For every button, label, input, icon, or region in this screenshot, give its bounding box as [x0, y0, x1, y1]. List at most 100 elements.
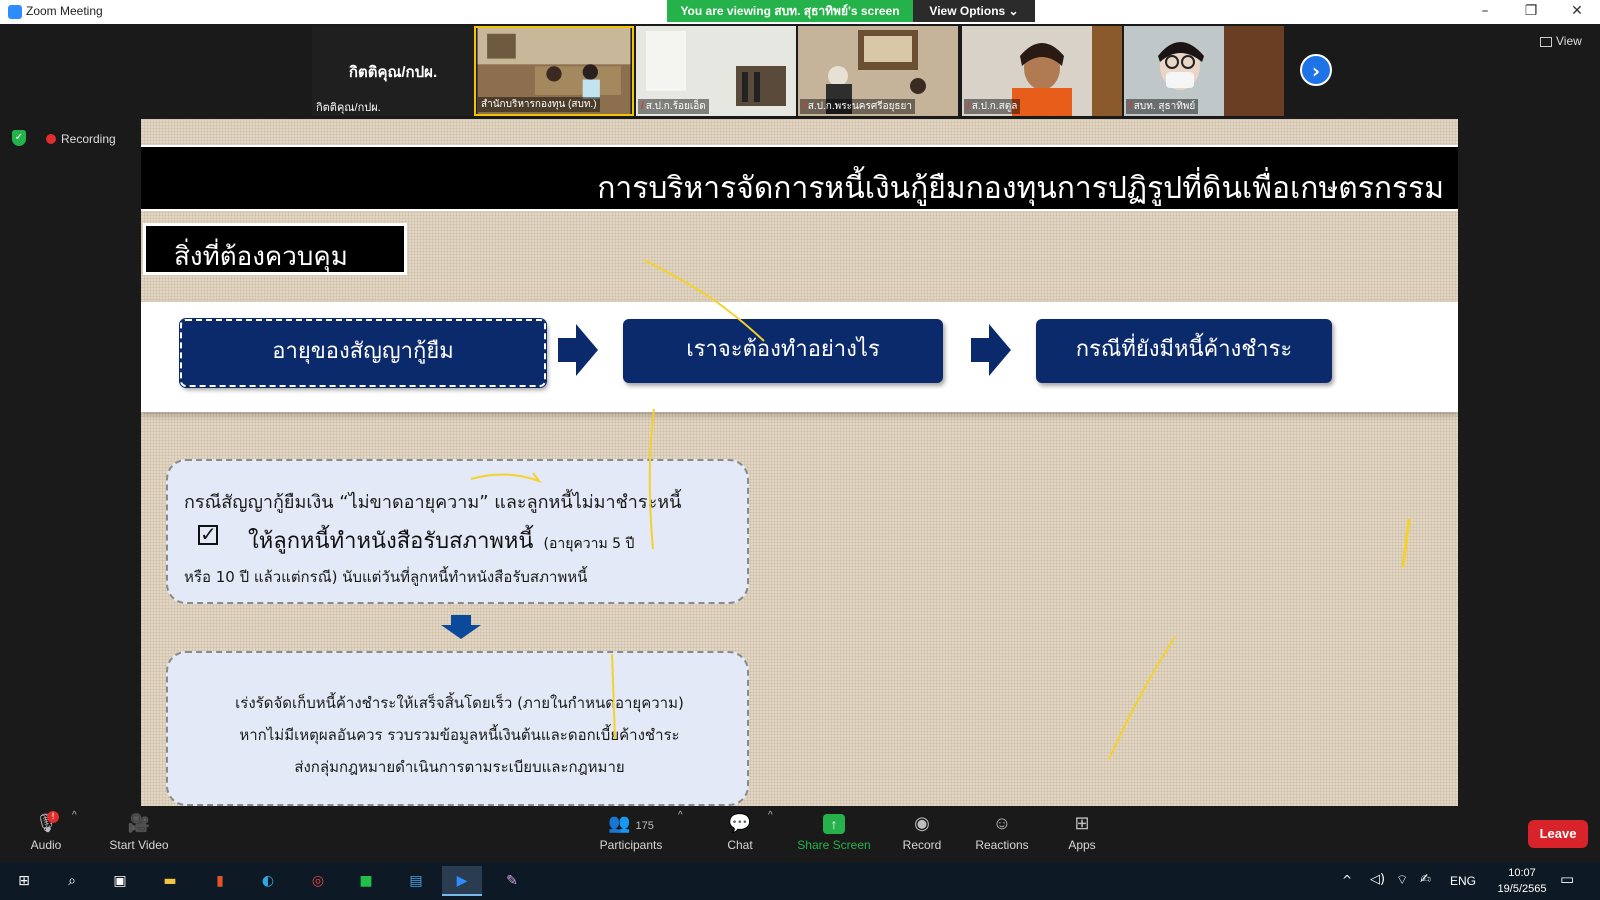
muted-mic-icon: / — [641, 101, 644, 112]
shared-screen-slide: การบริหารจัดการหนี้เงินกู้ยืมกองทุนการปฏ… — [141, 119, 1458, 807]
chat-options-caret[interactable]: ^ — [766, 806, 780, 862]
meeting-toolbar: 🎙 Audio ! ^ 🎥 Start Video 👥 175 Particip… — [0, 806, 1600, 862]
muted-mic-icon: / — [803, 101, 806, 112]
participants-button[interactable]: 👥 175 Participants — [594, 806, 668, 862]
photos-app-icon[interactable]: ▤ — [396, 866, 436, 896]
share-screen-button[interactable]: ↑ Share Screen — [796, 806, 872, 862]
note-line: เร่งรัดจัดเก็บหนี้ค้างชำระให้เสร็จสิ้นโด… — [235, 694, 684, 712]
section-label: สิ่งที่ต้องควบคุม — [143, 223, 407, 275]
participant-name: / ส.ป.ก.ร้อยเอ็ด — [638, 99, 709, 114]
view-button[interactable]: View — [1540, 34, 1582, 48]
participant-tile[interactable]: / สบท. สุธาทิพย์ — [1124, 26, 1284, 116]
reactions-button[interactable]: ☺ Reactions — [968, 806, 1036, 862]
zoom-app-icon — [8, 5, 22, 19]
microphone-icon: 🎙 — [34, 813, 58, 833]
edge-browser-icon[interactable]: ◐ — [248, 866, 288, 896]
video-camera-off-icon: 🎥 — [127, 813, 151, 833]
start-video-button[interactable]: 🎥 Start Video — [104, 806, 174, 862]
down-arrow-icon — [441, 615, 481, 639]
audio-label: Audio — [30, 838, 62, 852]
participant-tile[interactable]: / ส.ป.ก.สตูล — [962, 26, 1122, 116]
participant-name: / ส.ป.ก.พระนครศรีอยุธยา — [800, 99, 916, 114]
note-box-condition: กรณีสัญญากู้ยืมเงิน “ไม่ขาดอายุความ” และ… — [166, 459, 749, 604]
section-label-text: สิ่งที่ต้องควบคุม — [174, 242, 348, 272]
audio-button[interactable]: 🎙 Audio — [18, 806, 74, 862]
flow-step-3: กรณีที่ยังมีหนี้ค้างชำระ — [1036, 319, 1332, 383]
notification-icon[interactable]: ▭ — [1560, 870, 1574, 888]
leave-button[interactable]: Leave — [1528, 820, 1588, 848]
chevron-up-icon: ^ — [678, 810, 683, 821]
host-video-tile[interactable]: กิตติคุณ/กปผ. กิตติคุณ/กปผ. — [312, 26, 474, 116]
tray-chevron-up-icon[interactable]: ^ — [1342, 873, 1352, 887]
windows-start-icon[interactable]: ⊞ — [4, 866, 44, 896]
chat-bubble-icon: 💬 — [728, 813, 752, 833]
host-name-label: กิตติคุณ/กปผ. — [316, 102, 381, 114]
view-options-button[interactable]: View Options ⌄ — [913, 0, 1035, 22]
participant-name: / สบท. สุธาทิพย์ — [1126, 99, 1199, 114]
audio-alert-badge: ! — [47, 811, 59, 823]
recording-indicator[interactable]: Recording — [46, 132, 116, 146]
muted-mic-icon: / — [967, 101, 970, 112]
apps-label: Apps — [1068, 838, 1096, 852]
participant-tile[interactable]: / ส.ป.ก.ร้อยเอ็ด — [636, 26, 796, 116]
clock-date: 19/5/2565 — [1497, 883, 1547, 895]
note-line: ส่งกลุ่มกฎหมายดำเนินการตามระเบียบและกฎหม… — [294, 758, 625, 776]
participants-count: 175 — [635, 820, 654, 832]
muted-mic-icon: / — [1129, 101, 1132, 112]
record-icon: ◉ — [914, 813, 930, 833]
apps-icon: ⊞ — [1074, 813, 1090, 833]
next-page-arrow-icon[interactable]: › — [1300, 54, 1332, 86]
flow-step-1: อายุของสัญญากู้ยืม — [179, 318, 547, 388]
clock-time: 10:07 — [1508, 867, 1536, 879]
audio-options-caret[interactable]: ^ — [70, 806, 84, 862]
apps-button[interactable]: ⊞ Apps — [1058, 806, 1106, 862]
chrome-browser-icon[interactable]: ◎ — [298, 866, 338, 896]
chat-button[interactable]: 💬 Chat — [716, 806, 764, 862]
note-box-action: เร่งรัดจัดเก็บหนี้ค้างชำระให้เสร็จสิ้นโด… — [166, 651, 749, 806]
window-title: Zoom Meeting — [26, 4, 103, 18]
pen-icon[interactable]: ✍ — [1420, 872, 1431, 887]
recording-label: Recording — [61, 132, 116, 146]
zoom-taskbar-icon[interactable]: ▶ — [442, 866, 482, 896]
viewing-share-banner: You are viewing สบท. สุธาทิพย์'s screen — [667, 0, 913, 22]
paint-app-icon[interactable]: ✎ — [492, 866, 532, 896]
network-icon[interactable]: ⌔ — [1396, 872, 1408, 888]
participant-name-text: ส.ป.ก.สตูล — [971, 101, 1018, 112]
view-label: View — [1556, 34, 1582, 48]
file-explorer-icon[interactable]: ▬ — [150, 866, 190, 896]
start-video-label: Start Video — [109, 838, 169, 852]
participant-tile[interactable]: / ส.ป.ก.พระนครศรีอยุธยา — [798, 26, 958, 116]
annotation-stroke — [1401, 518, 1411, 568]
participant-name-text: ส.ป.ก.ร้อยเอ็ด — [645, 101, 706, 112]
annotation-stroke — [1108, 636, 1176, 760]
reactions-label: Reactions — [975, 838, 1029, 852]
note-line-emphasis: ให้ลูกหนี้ทำหนังสือรับสภาพหนี้ (อายุความ … — [248, 523, 634, 558]
security-shield-icon[interactable]: ✓ — [12, 130, 26, 146]
note-line: หากไม่มีเหตุผลอันควร รวบรวมข้อมูลหนี้เงิ… — [239, 726, 680, 744]
minimize-icon[interactable]: – — [1462, 0, 1508, 24]
participants-options-caret[interactable]: ^ — [676, 806, 690, 862]
participants-icon: 👥 175 — [608, 813, 654, 833]
taskbar-clock[interactable]: 10:07 19/5/2565 — [1490, 865, 1554, 897]
note-line: หรือ 10 ปี แล้วแต่กรณี) นับแต่วันที่ลูกห… — [184, 568, 588, 586]
computer-app-icon[interactable]: ▣ — [100, 866, 140, 896]
view-options-label: View Options — [929, 4, 1006, 18]
close-icon[interactable]: ✕ — [1554, 0, 1600, 24]
right-arrow-icon — [558, 324, 598, 376]
note-line-main: ให้ลูกหนี้ทำหนังสือรับสภาพหนี้ — [248, 529, 534, 554]
record-button[interactable]: ◉ Record — [896, 806, 948, 862]
share-screen-label: Share Screen — [797, 838, 871, 852]
chevron-up-icon: ^ — [768, 810, 773, 821]
chevron-up-icon: ^ — [72, 810, 77, 821]
office-app-icon[interactable]: ▮ — [200, 866, 240, 896]
language-indicator[interactable]: ENG — [1450, 874, 1476, 888]
flow-band: อายุของสัญญากู้ยืม เราจะต้องทำอย่างไร กร… — [141, 302, 1458, 412]
participants-label: Participants — [599, 838, 663, 852]
participant-tile[interactable]: สำนักบริหารกองทุน (สบท.) — [474, 26, 634, 116]
restore-icon[interactable]: ❐ — [1508, 0, 1554, 24]
chat-label: Chat — [727, 838, 753, 852]
volume-icon[interactable]: ◁) — [1370, 872, 1385, 887]
host-name: กิตติคุณ/กปผ. — [348, 64, 438, 81]
search-icon[interactable]: ⌕ — [52, 866, 92, 896]
line-app-icon[interactable]: ■ — [346, 866, 386, 896]
